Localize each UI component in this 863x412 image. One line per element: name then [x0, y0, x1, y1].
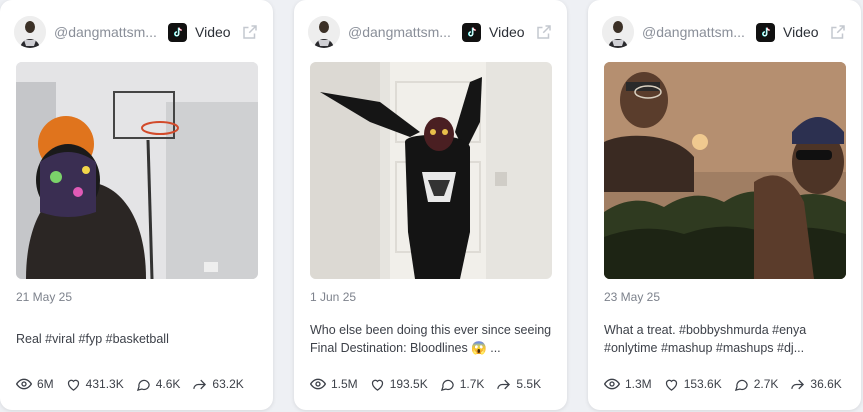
- eye-icon: [16, 378, 32, 390]
- post-caption: Real #viral #fyp #basketball: [16, 332, 169, 346]
- content-type-label: Video: [195, 24, 231, 40]
- shares-count: 63.2K: [212, 377, 244, 391]
- shares-stat: 63.2K: [192, 377, 244, 392]
- shares-count: 5.5K: [516, 377, 542, 391]
- post-date: 1 Jun 25: [310, 290, 357, 304]
- heart-icon: [371, 379, 383, 391]
- likes-count: 153.6K: [683, 377, 722, 391]
- content-type-label: Video: [489, 24, 525, 40]
- heart-icon: [67, 379, 79, 391]
- video-thumbnail[interactable]: [604, 62, 846, 279]
- views-count: 6M: [37, 377, 54, 391]
- views-stat: 6M: [16, 376, 54, 392]
- post-date: 23 May 25: [604, 290, 661, 304]
- external-link-icon[interactable]: [241, 23, 259, 41]
- video-card[interactable]: @dangmattsm... Video 1 Jun 25 Who else b…: [294, 0, 567, 410]
- heart-icon: [665, 379, 677, 391]
- card-header: @dangmattsm... Video: [14, 14, 259, 50]
- video-card[interactable]: @dangmattsm... Video 21 May 25 Real #vir…: [0, 0, 273, 410]
- external-link-icon[interactable]: [829, 23, 847, 41]
- avatar[interactable]: [602, 16, 634, 48]
- share-icon: [193, 379, 207, 389]
- likes-count: 431.3K: [85, 377, 124, 391]
- creator-handle[interactable]: @dangmattsm...: [54, 24, 160, 40]
- avatar[interactable]: [14, 16, 46, 48]
- likes-stat: 153.6K: [664, 377, 722, 392]
- shares-count: 36.6K: [810, 377, 842, 391]
- video-thumbnail[interactable]: [16, 62, 258, 279]
- views-count: 1.3M: [625, 377, 652, 391]
- tiktok-icon: [756, 22, 775, 42]
- video-card[interactable]: @dangmattsm... Video 23 May 25 What a tr…: [588, 0, 861, 410]
- comments-stat: 1.7K: [440, 377, 485, 392]
- comments-stat: 2.7K: [734, 377, 779, 392]
- views-stat: 1.3M: [604, 376, 652, 392]
- card-header: @dangmattsm... Video: [602, 14, 847, 50]
- shares-stat: 5.5K: [496, 377, 541, 392]
- stats-row: 6M 431.3K 4.6K 63.2K: [16, 376, 256, 392]
- stats-row: 1.5M 193.5K 1.7K 5.5K: [310, 376, 553, 392]
- card-header: @dangmattsm... Video: [308, 14, 553, 50]
- views-count: 1.5M: [331, 377, 358, 391]
- shares-stat: 36.6K: [790, 377, 842, 392]
- eye-icon: [604, 378, 620, 390]
- views-stat: 1.5M: [310, 376, 358, 392]
- comment-icon: [734, 379, 748, 391]
- external-link-icon[interactable]: [535, 23, 553, 41]
- comment-icon: [440, 379, 454, 391]
- comment-icon: [136, 379, 150, 391]
- comments-count: 4.6K: [155, 377, 181, 391]
- comments-count: 1.7K: [459, 377, 485, 391]
- comments-stat: 4.6K: [136, 377, 181, 392]
- share-icon: [791, 379, 805, 389]
- tiktok-icon: [168, 22, 187, 42]
- content-type-label: Video: [783, 24, 819, 40]
- likes-stat: 431.3K: [66, 377, 124, 392]
- share-icon: [497, 379, 511, 389]
- video-thumbnail[interactable]: [310, 62, 552, 279]
- avatar[interactable]: [308, 16, 340, 48]
- likes-stat: 193.5K: [370, 377, 428, 392]
- eye-icon: [310, 378, 326, 390]
- post-caption: What a treat. #bobbyshmurda #enya #onlyt…: [604, 323, 807, 355]
- likes-count: 193.5K: [389, 377, 428, 391]
- creator-handle[interactable]: @dangmattsm...: [642, 24, 748, 40]
- tiktok-icon: [462, 22, 481, 42]
- creator-handle[interactable]: @dangmattsm...: [348, 24, 454, 40]
- post-caption: Who else been doing this ever since seei…: [310, 323, 552, 355]
- stats-row: 1.3M 153.6K 2.7K 36.6K: [604, 376, 854, 392]
- comments-count: 2.7K: [753, 377, 779, 391]
- post-date: 21 May 25: [16, 290, 73, 304]
